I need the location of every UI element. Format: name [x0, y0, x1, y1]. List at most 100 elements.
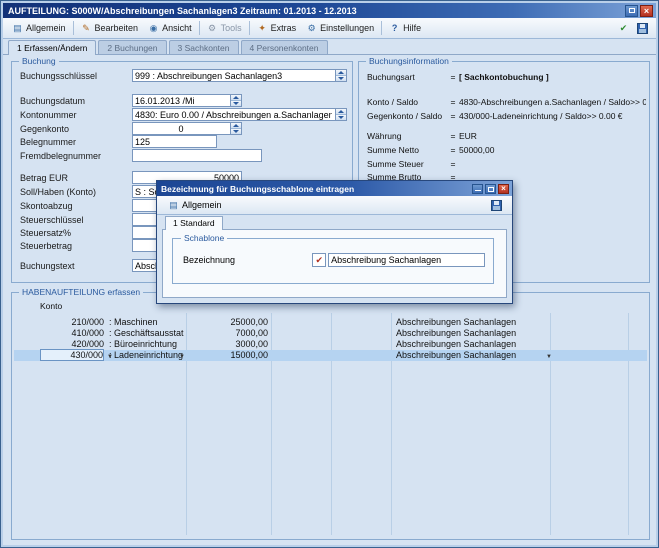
spin-down-icon[interactable]: [336, 76, 346, 81]
field-label: Steuerschlüssel: [20, 215, 132, 225]
restore-button[interactable]: [625, 5, 638, 17]
cell-text[interactable]: Abschreibungen Sachanlagen: [396, 339, 546, 350]
cell-name[interactable]: : Büroeinrichtung: [109, 339, 187, 350]
spinner[interactable]: [230, 95, 241, 106]
cell-name[interactable]: : Geschäftsausstat: [109, 328, 187, 339]
menu-allgemein[interactable]: ▤ Allgemein: [7, 20, 71, 37]
field-label: Gegenkonto: [20, 124, 132, 134]
buchungsschluessel-input[interactable]: 999 : Abschreibungen Sachanlagen3: [132, 69, 347, 82]
cell-name[interactable]: : Maschinen: [109, 317, 187, 328]
menubar: ▤ Allgemein ✎ Bearbeiten ◉ Ansicht ⚙ Too…: [3, 18, 656, 39]
cell-amount[interactable]: 3000,00: [188, 339, 268, 350]
field-label: Fremdbelegnummer: [20, 151, 132, 161]
dialog-title: Bezeichnung für Buchungsschablone eintra…: [157, 184, 354, 194]
allgemein-icon: ▤: [168, 200, 179, 211]
minimize-icon: [475, 190, 481, 191]
cell-konto[interactable]: 410/000: [40, 328, 104, 339]
dialog-tab-standard[interactable]: 1 Standard: [165, 216, 223, 230]
save-icon[interactable]: [491, 200, 502, 211]
cell-amount[interactable]: 15000,00: [188, 350, 268, 361]
titlebar: AUFTEILUNG: S000W/Abschreibungen Sachanl…: [3, 3, 656, 18]
info-value: 4830-Abschreibungen a.Sachanlagen / Sald…: [459, 97, 646, 108]
info-label: Summe Netto: [367, 145, 447, 156]
kontonummer-input[interactable]: 4830: Euro 0.00 / Abschreibungen a.Sacha…: [132, 108, 347, 121]
fremdbelegnummer-input[interactable]: [132, 149, 262, 162]
table-row-selected[interactable]: 430/000 ▼ : Ladeneinrichtung ▼ 15000,00 …: [14, 350, 647, 361]
gegenkonto-input[interactable]: 0: [132, 122, 242, 135]
menu-separator: [381, 21, 382, 35]
dialog-tab-panel: Schablone Bezeichnung ✔ Abschreibung Sac…: [162, 229, 507, 298]
table-row[interactable]: 420/000 : Büroeinrichtung 3000,00 Abschr…: [14, 339, 647, 350]
menu-bearbeiten[interactable]: ✎ Bearbeiten: [76, 20, 144, 37]
tools-icon: ⚙: [207, 23, 218, 34]
tab-personenkonten[interactable]: 4 Personenkonten: [241, 40, 328, 54]
dialog-minimize-button[interactable]: [472, 184, 483, 194]
equals-sign: =: [447, 97, 459, 108]
field-label: Buchungstext: [20, 261, 132, 271]
equals-sign: =: [447, 131, 459, 142]
dropdown-icon[interactable]: ▼: [179, 352, 185, 363]
haben-group-title: HABENAUFTEILUNG erfassen: [19, 287, 143, 297]
equals-sign: =: [447, 159, 459, 170]
cell-text[interactable]: Abschreibungen Sachanlagen: [396, 317, 546, 328]
belegnummer-input[interactable]: 125: [132, 135, 217, 148]
tab-buchungen[interactable]: 2 Buchungen: [98, 40, 166, 54]
menu-ansicht[interactable]: ◉ Ansicht: [143, 20, 197, 37]
dialog-maximize-button[interactable]: [485, 184, 496, 194]
menu-einstellungen[interactable]: ⚙ Einstellungen: [301, 20, 379, 37]
table-row[interactable]: 210/000 : Maschinen 25000,00 Abschreibun…: [14, 317, 647, 328]
spinner[interactable]: [335, 109, 346, 120]
cell-text[interactable]: Abschreibungen Sachanlagen: [396, 328, 546, 339]
cell-konto[interactable]: 210/000: [40, 317, 104, 328]
field-label: Kontonummer: [20, 110, 132, 120]
cell-name[interactable]: : Ladeneinrichtung: [109, 350, 187, 361]
info-label: Gegenkonto / Saldo: [367, 111, 447, 122]
spin-down-icon[interactable]: [231, 101, 241, 106]
menu-extras[interactable]: ✦ Extras: [252, 20, 302, 37]
spinner[interactable]: [335, 70, 346, 81]
spin-down-icon[interactable]: [231, 129, 241, 134]
schablone-dialog: Bezeichnung für Buchungsschablone eintra…: [156, 180, 513, 304]
spinner[interactable]: [230, 123, 241, 134]
cell-text[interactable]: Abschreibungen Sachanlagen: [396, 350, 546, 361]
buchungsdatum-input[interactable]: 16.01.2013 /Mi: [132, 94, 242, 107]
bezeichnung-input[interactable]: Abschreibung Sachanlagen: [328, 253, 485, 267]
menu-label: Einstellungen: [320, 23, 374, 33]
info-value: EUR: [459, 131, 646, 142]
equals-sign: =: [447, 111, 459, 122]
dialog-close-button[interactable]: ×: [498, 184, 509, 194]
tab-sachkonten[interactable]: 3 Sachkonten: [169, 40, 239, 54]
save-icon[interactable]: [637, 23, 648, 34]
menu-label: Bearbeiten: [95, 23, 139, 33]
info-label: Währung: [367, 131, 447, 142]
menu-hilfe[interactable]: ? Hilfe: [384, 20, 426, 37]
cell-amount[interactable]: 25000,00: [188, 317, 268, 328]
field-label: Buchungsdatum: [20, 96, 132, 106]
extras-icon: ✦: [257, 23, 268, 34]
cell-amount[interactable]: 7000,00: [188, 328, 268, 339]
dialog-menu-allgemein[interactable]: ▤ Allgemein: [163, 197, 227, 214]
field-label: Steuerbetrag: [20, 241, 132, 251]
menu-separator: [199, 21, 200, 35]
tab-erfassen-aendern[interactable]: 1 Erfassen/Ändern: [8, 40, 96, 55]
gear-icon: ⚙: [306, 23, 317, 34]
restore-icon: [629, 8, 635, 13]
dropdown-icon[interactable]: ▼: [546, 352, 552, 363]
field-label: Betrag EUR: [20, 173, 132, 183]
close-button[interactable]: ×: [640, 5, 653, 17]
confirm-icon[interactable]: ✔: [618, 23, 629, 34]
edit-button[interactable]: ✔: [312, 253, 326, 267]
spin-down-icon[interactable]: [336, 115, 346, 120]
menu-tools[interactable]: ⚙ Tools: [202, 20, 247, 37]
buchung-group-title: Buchung: [19, 56, 59, 66]
help-icon: ?: [389, 23, 400, 34]
menu-separator: [73, 21, 74, 35]
cell-konto[interactable]: 430/000: [40, 349, 104, 361]
equals-sign: =: [447, 72, 459, 83]
table-row[interactable]: 410/000 : Geschäftsausstat 7000,00 Absch…: [14, 328, 647, 339]
info-value: 430/000-Ladeneinrichtung / Saldo>> 0.00 …: [459, 111, 646, 122]
tabbar: 1 Erfassen/Ändern 2 Buchungen 3 Sachkont…: [3, 39, 656, 55]
info-label: Summe Steuer: [367, 159, 447, 170]
menu-label: Extras: [271, 23, 297, 33]
field-label: Soll/Haben (Konto): [20, 187, 132, 197]
